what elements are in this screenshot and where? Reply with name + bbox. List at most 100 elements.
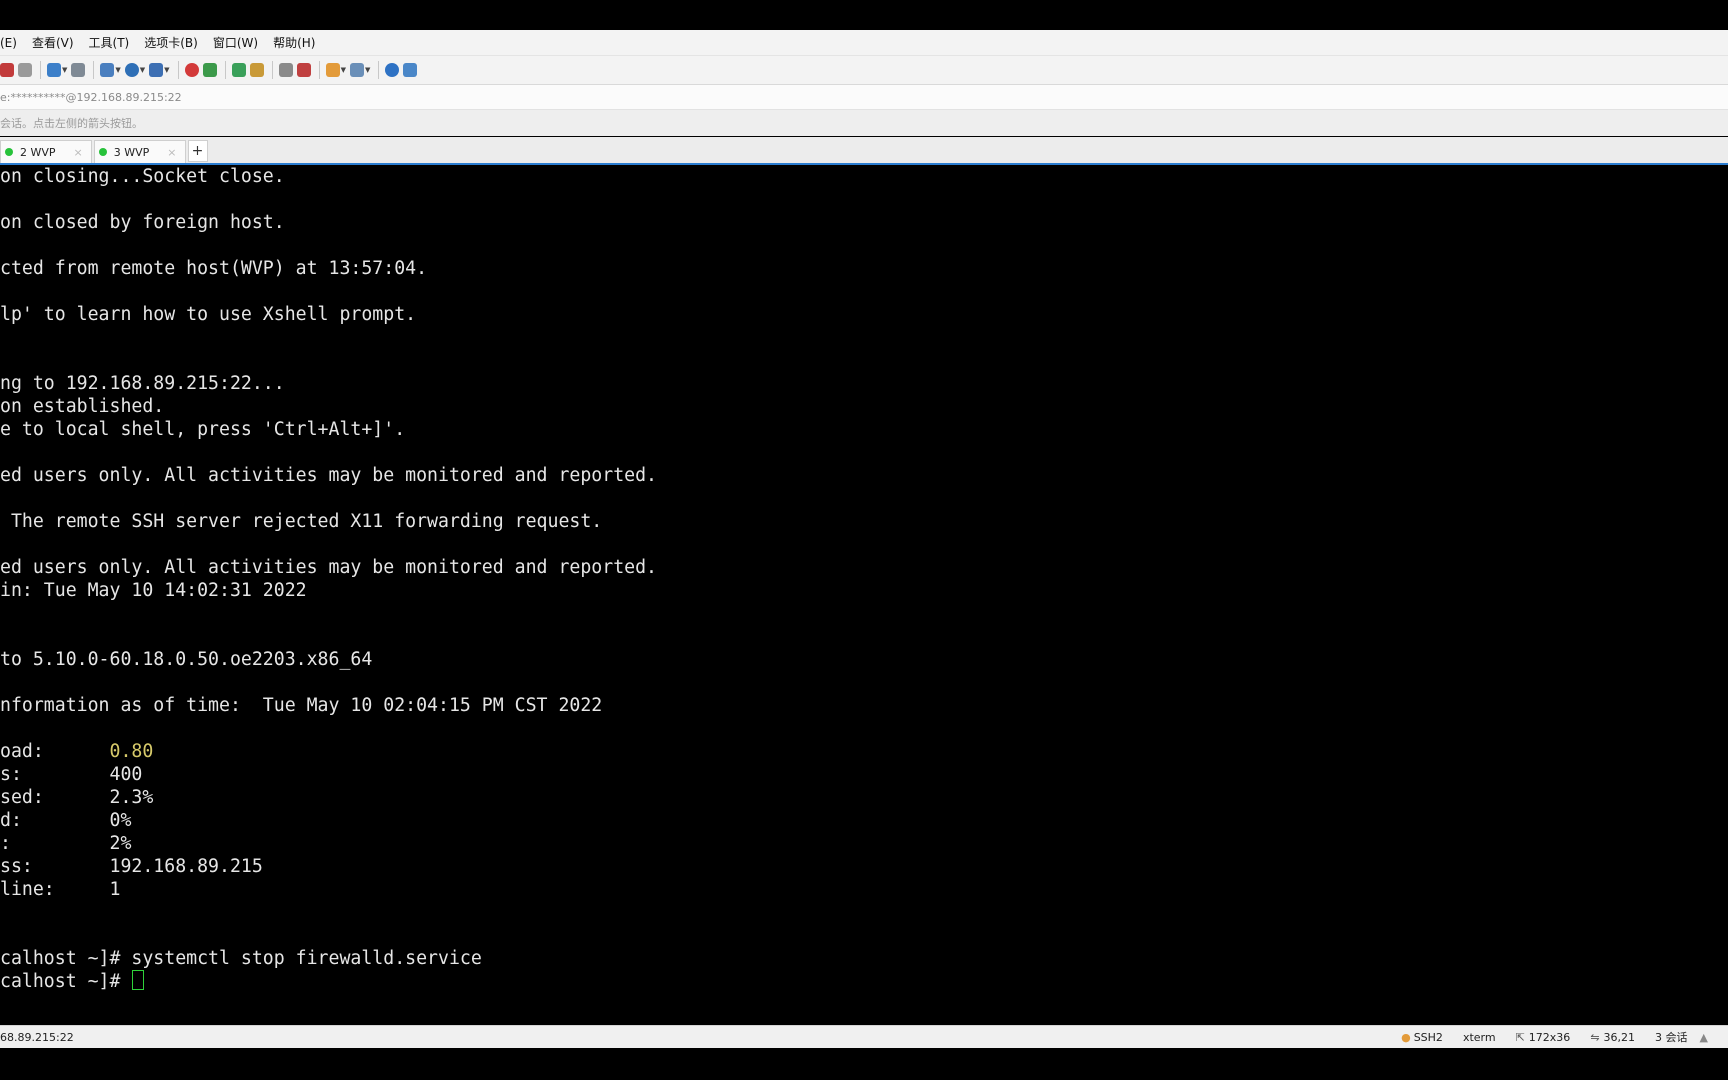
terminal-line: nformation as of time: Tue May 10 02:04:… xyxy=(0,694,1728,717)
status-protocol-label: SSH2 xyxy=(1413,1030,1443,1044)
session-hint-text: 会话。点击左侧的箭头按钮。 xyxy=(0,117,143,130)
menu-item[interactable]: (E) xyxy=(0,36,17,50)
terminal-line-value: 2% xyxy=(109,833,132,854)
terminal-cursor[interactable] xyxy=(132,970,145,990)
terminal-line-label: oad: xyxy=(0,741,110,762)
find-icon xyxy=(71,63,86,77)
xshell-button[interactable] xyxy=(184,61,199,79)
properties-button[interactable] xyxy=(0,61,14,79)
chevron-down-icon[interactable]: ▼ xyxy=(62,66,67,74)
chevron-down-icon[interactable]: ▼ xyxy=(341,66,346,74)
toolbar-separator xyxy=(177,61,179,79)
toolbar-separator xyxy=(93,61,95,79)
terminal-line-text: calhost ~]# xyxy=(0,971,132,992)
lock-button[interactable] xyxy=(249,61,264,79)
window-layout-button[interactable]: ▼ xyxy=(349,61,370,79)
globe-icon xyxy=(124,63,139,77)
disconnect-button[interactable] xyxy=(18,61,32,79)
close-icon[interactable]: × xyxy=(167,146,176,159)
font-icon xyxy=(149,63,164,77)
close-icon[interactable]: × xyxy=(74,146,83,159)
terminal-line-text: ed users only. All activities may be mon… xyxy=(0,465,657,486)
keyboard-button[interactable] xyxy=(278,61,293,79)
terminal-line-value: 192.168.89.215 xyxy=(109,856,263,877)
address-bar[interactable]: e:**********@192.168.89.215:22 xyxy=(0,85,1728,110)
help-button[interactable] xyxy=(385,61,400,79)
terminal-line-text: to 5.10.0-60.18.0.50.oe2203.x86_64 xyxy=(0,649,373,670)
terminal-line: oad: 0.80 xyxy=(0,740,1728,763)
menu-item[interactable]: 工具(T) xyxy=(89,34,130,51)
font-button[interactable]: ▼ xyxy=(149,61,170,79)
new-session-icon xyxy=(47,63,61,77)
status-terminal-type-label: xterm xyxy=(1462,1030,1496,1044)
chat-button[interactable] xyxy=(403,61,418,79)
chevron-down-icon[interactable]: ▼ xyxy=(365,66,370,74)
status-bar: 68.89.215:22 ● SSH2 xterm ⇱ 172x36 ⇋ 36,… xyxy=(0,1025,1728,1048)
terminal-line-text: ng to 192.168.89.215:22... xyxy=(0,373,285,394)
keyboard-icon xyxy=(278,63,293,77)
chevron-down-icon[interactable]: ▼ xyxy=(115,66,120,74)
terminal-line: on closing...Socket close. xyxy=(0,165,1728,188)
terminal-line-text: in: Tue May 10 14:02:31 2022 xyxy=(0,580,307,601)
menu-item[interactable]: 帮助(H) xyxy=(273,34,315,51)
layout-button[interactable]: ▼ xyxy=(100,61,121,79)
session-tab-label: 2 WVP xyxy=(20,145,56,159)
terminal-line-text: calhost ~]# systemctl stop firewalld.ser… xyxy=(0,948,482,969)
status-sessions[interactable]: 3 会话 ▲ xyxy=(1655,1029,1708,1045)
window-top-edge xyxy=(0,0,1728,30)
toolbar-separator xyxy=(271,61,273,79)
window-bottom-edge xyxy=(0,1048,1728,1080)
menu-item[interactable]: 选项卡(B) xyxy=(144,34,198,51)
globe-button[interactable]: ▼ xyxy=(124,61,145,79)
terminal-line-label: : xyxy=(0,833,110,854)
session-tab[interactable]: 2 WVP × xyxy=(0,140,92,163)
terminal-line: ss: 192.168.89.215 xyxy=(0,855,1728,878)
terminal-line-value: 400 xyxy=(109,764,143,785)
menu-item[interactable]: 查看(V) xyxy=(32,34,74,51)
terminal-line-label: ss: xyxy=(0,856,110,877)
chevron-down-icon[interactable]: ▼ xyxy=(164,66,169,74)
size-icon: ⇱ xyxy=(1515,1030,1525,1044)
status-position: ⇋ 36,21 xyxy=(1590,1031,1635,1044)
find-button[interactable] xyxy=(71,61,86,79)
terminal-line: on closed by foreign host. xyxy=(0,211,1728,234)
terminal-line-text: on established. xyxy=(0,396,165,417)
terminal-line: The remote SSH server rejected X11 forwa… xyxy=(0,510,1728,533)
fullscreen-button[interactable] xyxy=(231,61,246,79)
help-icon xyxy=(385,63,400,77)
toolbar-separator xyxy=(40,61,41,79)
layout-icon xyxy=(100,63,115,77)
status-host: 68.89.215:22 xyxy=(0,1030,74,1044)
highlight-button[interactable] xyxy=(296,61,311,79)
terminal-line-text: on closed by foreign host. xyxy=(0,212,285,233)
xftp-button[interactable] xyxy=(202,61,217,79)
terminal-line: cted from remote host(WVP) at 13:57:04. xyxy=(0,257,1728,280)
terminal-line-label: d: xyxy=(0,810,110,831)
position-icon: ⇋ xyxy=(1590,1030,1600,1044)
terminal-output[interactable]: on closing...Socket close. on closed by f… xyxy=(0,165,1728,1025)
terminal-line: in: Tue May 10 14:02:31 2022 xyxy=(0,579,1728,602)
chevron-down-icon[interactable]: ▼ xyxy=(140,66,145,74)
folder-icon xyxy=(325,63,340,77)
new-session-button[interactable]: ▼ xyxy=(47,61,67,79)
session-tab[interactable]: 3 WVP × xyxy=(93,140,186,163)
terminal-line: : 2% xyxy=(0,832,1728,855)
chevron-up-icon[interactable]: ▲ xyxy=(1700,1031,1708,1044)
terminal-line: s: 400 xyxy=(0,763,1728,786)
add-tab-button[interactable]: + xyxy=(187,140,208,162)
terminal-line-label: s: xyxy=(0,764,110,785)
status-position-label: 36,21 xyxy=(1603,1030,1636,1044)
terminal-line-text: The remote SSH server rejected X11 forwa… xyxy=(0,511,603,532)
terminal-line: calhost ~]# xyxy=(0,970,1728,993)
menu-item[interactable]: 窗口(W) xyxy=(213,34,258,51)
terminal-line: sed: 2.3% xyxy=(0,786,1728,809)
lock-icon xyxy=(249,63,264,77)
address-text[interactable]: e:**********@192.168.89.215:22 xyxy=(0,91,182,104)
folder-button[interactable]: ▼ xyxy=(325,61,346,79)
